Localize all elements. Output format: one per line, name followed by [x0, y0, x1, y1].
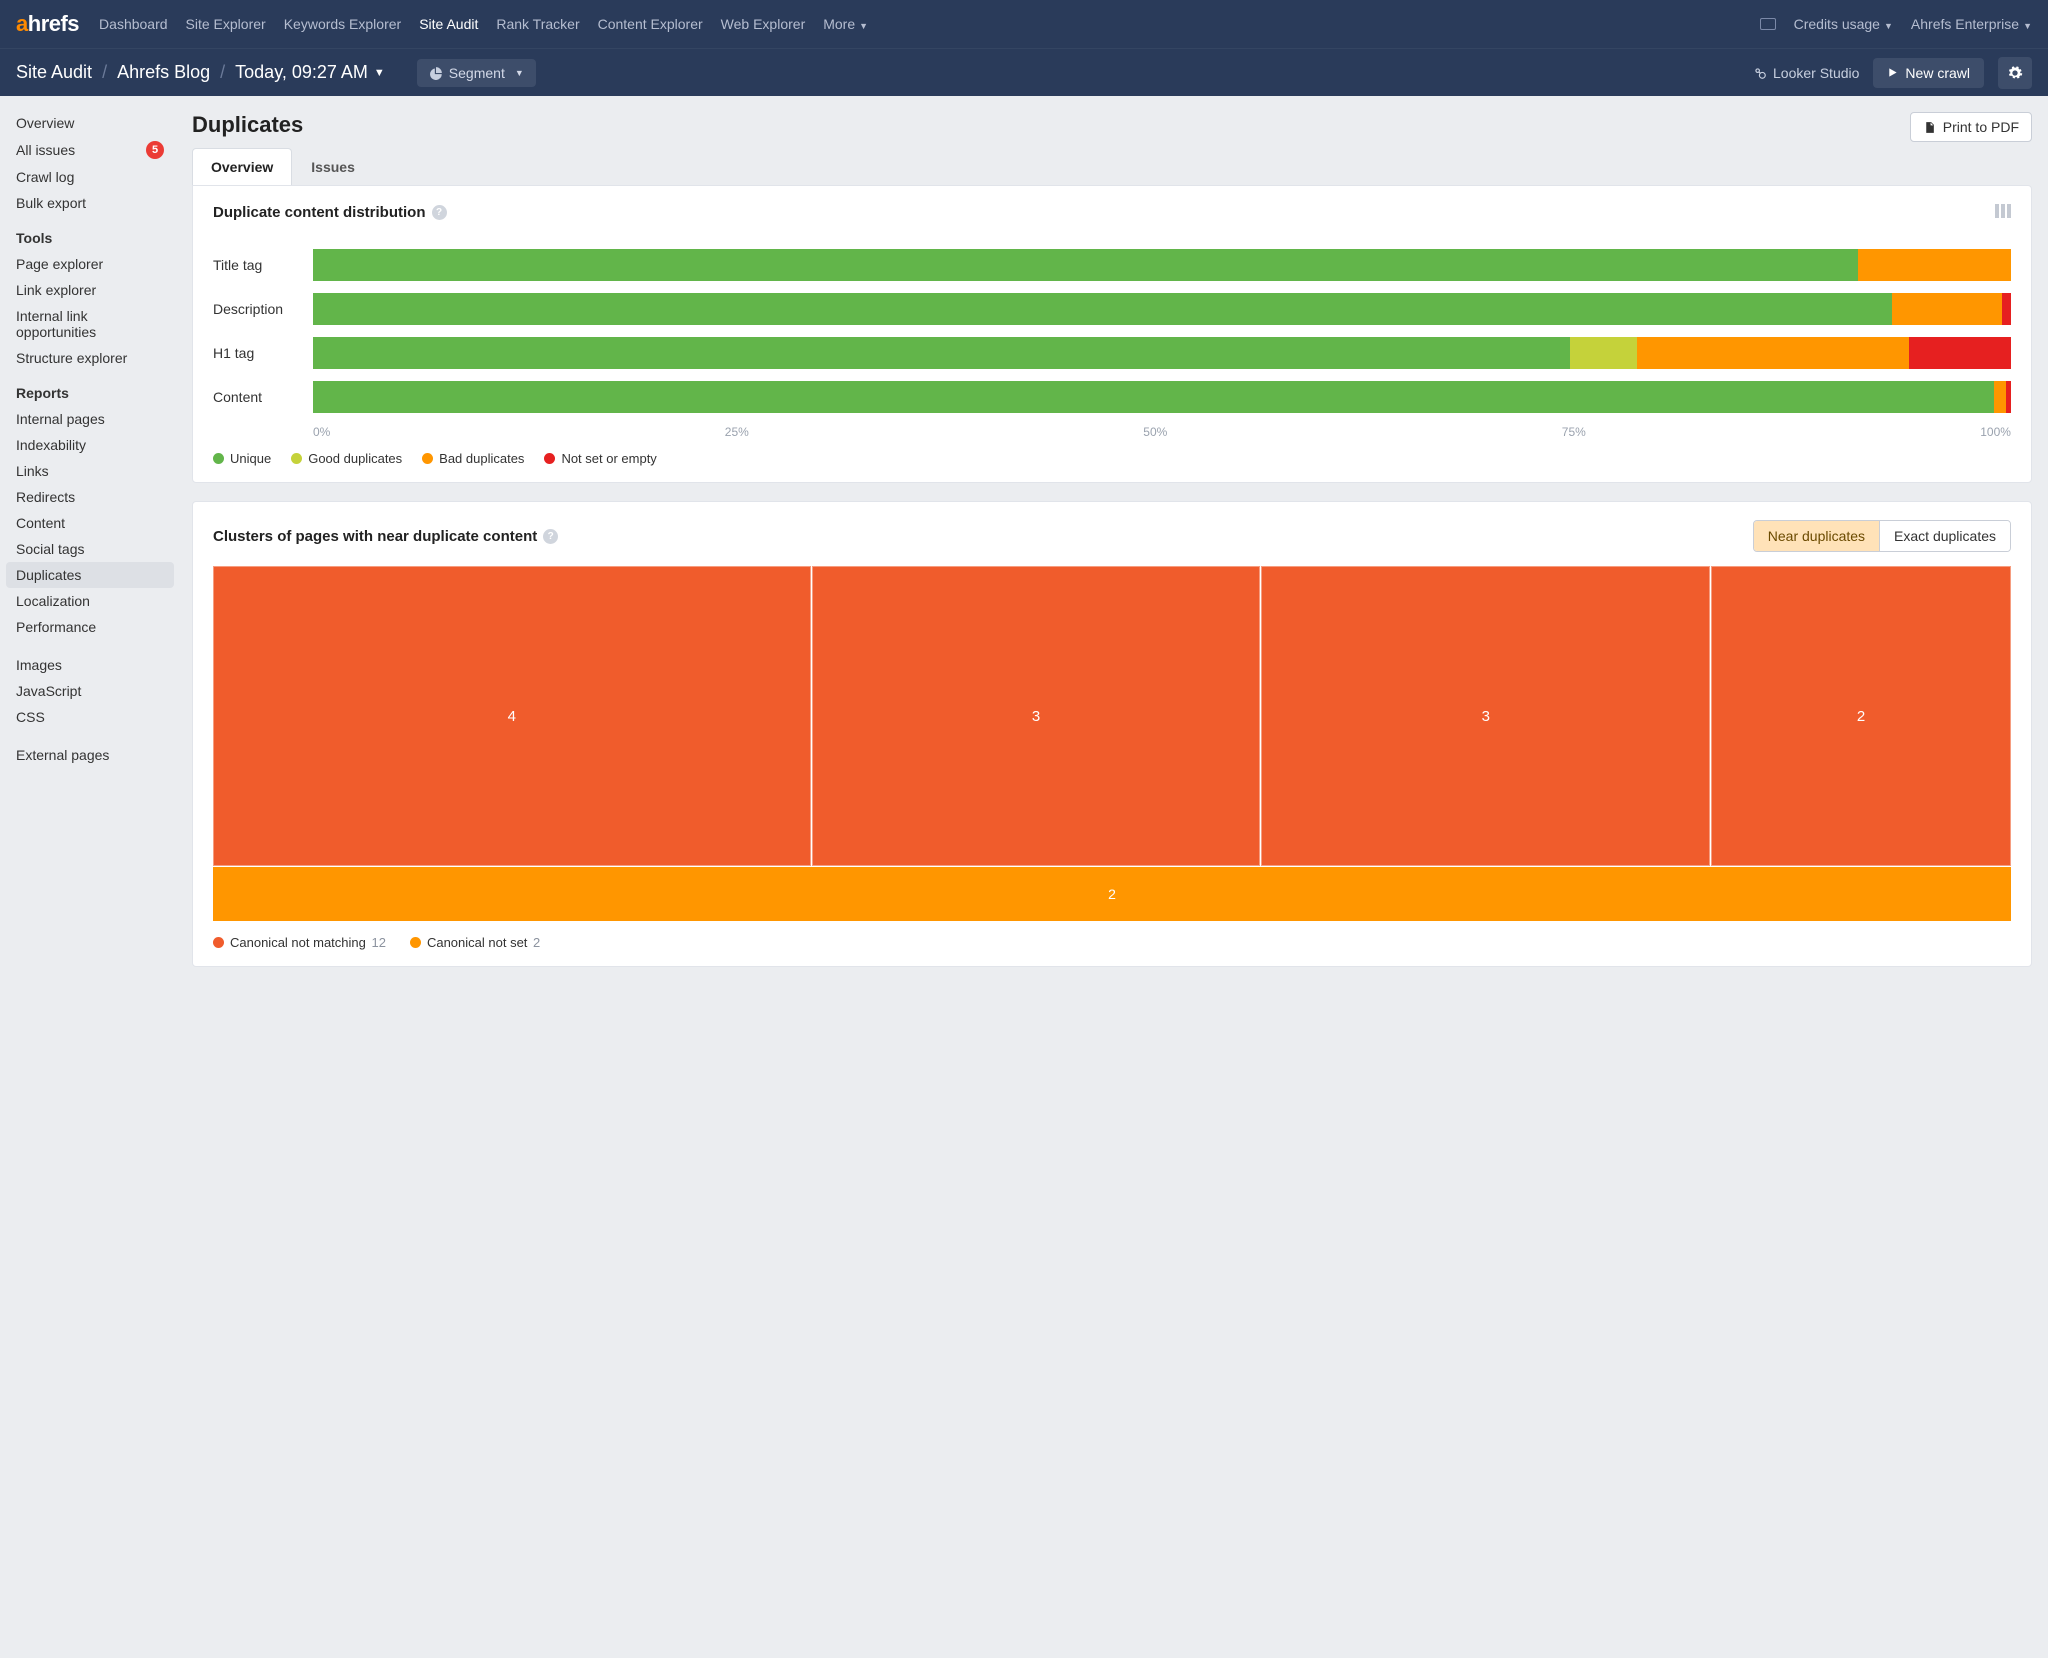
sidebar-social-tags[interactable]: Social tags [6, 536, 174, 562]
sidebar-page-explorer[interactable]: Page explorer [6, 251, 174, 277]
sidebar-duplicates[interactable]: Duplicates [6, 562, 174, 588]
nav-rank-tracker[interactable]: Rank Tracker [496, 16, 579, 32]
help-icon[interactable]: ? [543, 529, 558, 544]
content-tabs: Overview Issues [192, 148, 2032, 185]
nav-web-explorer[interactable]: Web Explorer [721, 16, 806, 32]
main-content: Duplicates Print to PDF Overview Issues … [180, 96, 2048, 1015]
treemap-cell[interactable]: 4 [213, 566, 811, 866]
chart-row-label: Content [213, 389, 313, 405]
account-dropdown[interactable]: Ahrefs Enterprise▼ [1911, 16, 2032, 32]
tab-issues[interactable]: Issues [292, 148, 374, 185]
clusters-card: Clusters of pages with near duplicate co… [192, 501, 2032, 967]
pie-icon [429, 66, 443, 80]
chart-legend: Unique Good duplicates Bad duplicates Not s… [213, 451, 2011, 466]
clusters-treemap: 4332 2 [213, 566, 2011, 921]
subheader-right: Looker Studio New crawl [1753, 57, 2032, 89]
sidebar-javascript[interactable]: JavaScript [6, 678, 174, 704]
card-title-clusters: Clusters of pages with near duplicate co… [213, 528, 558, 545]
sidebar-tools-heading: Tools [6, 216, 174, 251]
duplicate-distribution-card: Duplicate content distribution ? Title t… [192, 185, 2032, 483]
pdf-icon [1923, 120, 1936, 135]
sidebar-internal-link-opp[interactable]: Internal link opportunities [6, 303, 174, 345]
chart-row-label: H1 tag [213, 345, 313, 361]
sidebar-structure-explorer[interactable]: Structure explorer [6, 345, 174, 371]
sidebar-content[interactable]: Content [6, 510, 174, 536]
sidebar-bulk-export[interactable]: Bulk export [6, 190, 174, 216]
treemap-cell[interactable]: 3 [1261, 566, 1710, 866]
help-icon[interactable]: ? [432, 205, 447, 220]
sidebar-localization[interactable]: Localization [6, 588, 174, 614]
legend-item[interactable]: Canonical not matching 12 [213, 935, 386, 950]
sidebar: Overview All issues5 Crawl log Bulk expo… [0, 96, 180, 1015]
crumb-site-audit[interactable]: Site Audit [16, 62, 92, 83]
card-title-distribution: Duplicate content distribution ? [213, 204, 447, 221]
duplicate-type-toggle: Near duplicates Exact duplicates [1753, 520, 2011, 552]
sidebar-internal-pages[interactable]: Internal pages [6, 406, 174, 432]
chart-axis: 0%25%50%75%100% [313, 425, 2011, 439]
crumb-project[interactable]: Ahrefs Blog [117, 62, 210, 83]
legend-item[interactable]: Canonical not set 2 [410, 935, 540, 950]
new-crawl-button[interactable]: New crawl [1873, 58, 1984, 88]
chart-bar[interactable] [313, 337, 2011, 369]
sidebar-links[interactable]: Links [6, 458, 174, 484]
sidebar-link-explorer[interactable]: Link explorer [6, 277, 174, 303]
page-title: Duplicates [192, 112, 303, 138]
chart-row-label: Title tag [213, 257, 313, 273]
print-to-pdf-button[interactable]: Print to PDF [1910, 112, 2032, 142]
treemap-cell[interactable]: 2 [1711, 566, 2011, 866]
play-icon [1887, 67, 1898, 78]
sidebar-redirects[interactable]: Redirects [6, 484, 174, 510]
sidebar-overview[interactable]: Overview [6, 110, 174, 136]
sidebar-images[interactable]: Images [6, 652, 174, 678]
sidebar-reports-heading: Reports [6, 371, 174, 406]
sidebar-indexability[interactable]: Indexability [6, 432, 174, 458]
legend-item[interactable]: Not set or empty [544, 451, 656, 466]
breadcrumb-sep: / [220, 62, 225, 83]
credits-dropdown[interactable]: Credits usage▼ [1794, 16, 1893, 32]
sidebar-crawl-log[interactable]: Crawl log [6, 164, 174, 190]
crawl-date-dropdown[interactable]: Today, 09:27 AM▼ [235, 62, 385, 83]
sidebar-external-pages[interactable]: External pages [6, 742, 174, 768]
settings-button[interactable] [1998, 57, 2032, 89]
sidebar-css[interactable]: CSS [6, 704, 174, 730]
top-nav: ahrefs Dashboard Site Explorer Keywords … [0, 0, 2048, 48]
nav-more[interactable]: More▼ [823, 16, 868, 32]
distribution-chart: Title tag Description H1 tag Content [213, 249, 2011, 413]
topnav-items: Dashboard Site Explorer Keywords Explore… [99, 16, 1760, 32]
chart-bar[interactable] [313, 293, 2011, 325]
toggle-near-duplicates[interactable]: Near duplicates [1754, 521, 1880, 551]
nav-site-audit[interactable]: Site Audit [419, 16, 478, 32]
looker-icon [1753, 66, 1767, 80]
sidebar-performance[interactable]: Performance [6, 614, 174, 640]
treemap-legend: Canonical not matching 12 Canonical not s… [213, 935, 2011, 950]
breadcrumb-sep: / [102, 62, 107, 83]
chart-row-label: Description [213, 301, 313, 317]
breadcrumb: Site Audit / Ahrefs Blog / Today, 09:27 … [16, 59, 1753, 87]
logo[interactable]: ahrefs [16, 11, 79, 37]
treemap-cell[interactable]: 3 [812, 566, 1261, 866]
chart-bar[interactable] [313, 249, 2011, 281]
legend-item[interactable]: Bad duplicates [422, 451, 524, 466]
nav-keywords-explorer[interactable]: Keywords Explorer [284, 16, 402, 32]
chart-bar[interactable] [313, 381, 2011, 413]
column-settings-icon[interactable] [1995, 204, 2011, 221]
tab-overview[interactable]: Overview [192, 148, 292, 185]
issues-badge: 5 [146, 141, 164, 159]
legend-item[interactable]: Good duplicates [291, 451, 402, 466]
nav-site-explorer[interactable]: Site Explorer [186, 16, 266, 32]
nav-content-explorer[interactable]: Content Explorer [598, 16, 703, 32]
gear-icon [2007, 65, 2023, 81]
device-icon[interactable] [1760, 18, 1776, 30]
looker-studio-link[interactable]: Looker Studio [1753, 65, 1859, 81]
legend-item[interactable]: Unique [213, 451, 271, 466]
toggle-exact-duplicates[interactable]: Exact duplicates [1880, 521, 2010, 551]
subheader: Site Audit / Ahrefs Blog / Today, 09:27 … [0, 48, 2048, 96]
nav-dashboard[interactable]: Dashboard [99, 16, 168, 32]
sidebar-all-issues[interactable]: All issues5 [6, 136, 174, 164]
treemap-cell[interactable]: 2 [213, 867, 2011, 921]
segment-button[interactable]: Segment▼ [417, 59, 536, 87]
topnav-right: Credits usage▼ Ahrefs Enterprise▼ [1760, 16, 2032, 32]
